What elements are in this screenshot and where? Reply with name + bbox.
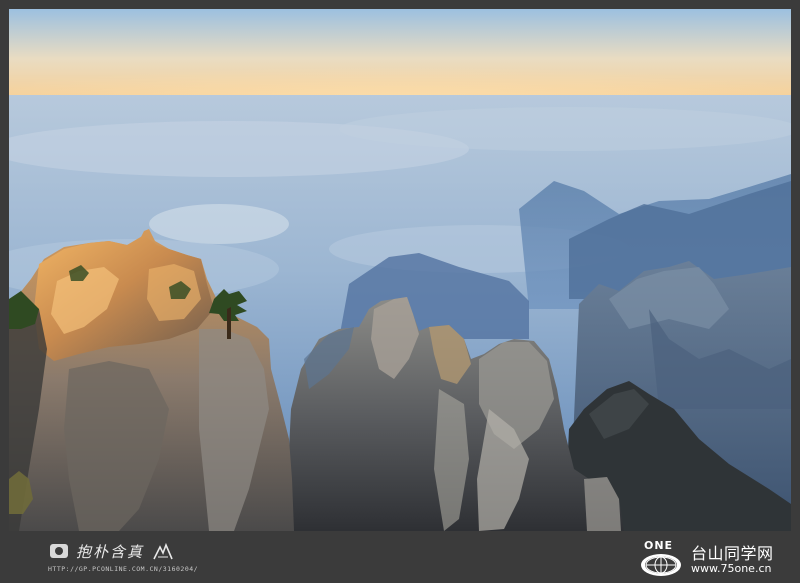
- brand-logo-text: ONE: [644, 539, 674, 552]
- author-url: HTTP://GP.PCONLINE.COM.CN/3160204/: [48, 565, 199, 573]
- brand-name: 台山同学网: [691, 544, 774, 563]
- camera-icon: [50, 544, 68, 558]
- site-brand: ONE 台山同学网 www.75one.cn: [638, 539, 798, 579]
- watermark-bar: 抱朴含真 HTTP://GP.PCONLINE.COM.CN/3160204/ …: [0, 531, 800, 583]
- signature-mark-icon: [153, 542, 173, 560]
- landscape-photo: [9, 9, 791, 531]
- author-credit: 抱朴含真 HTTP://GP.PCONLINE.COM.CN/3160204/: [48, 541, 248, 581]
- author-signature: 抱朴含真: [76, 543, 145, 561]
- brand-logo: ONE: [638, 539, 688, 579]
- brand-url: www.75one.cn: [691, 562, 772, 575]
- globe-logo-icon: [641, 554, 681, 576]
